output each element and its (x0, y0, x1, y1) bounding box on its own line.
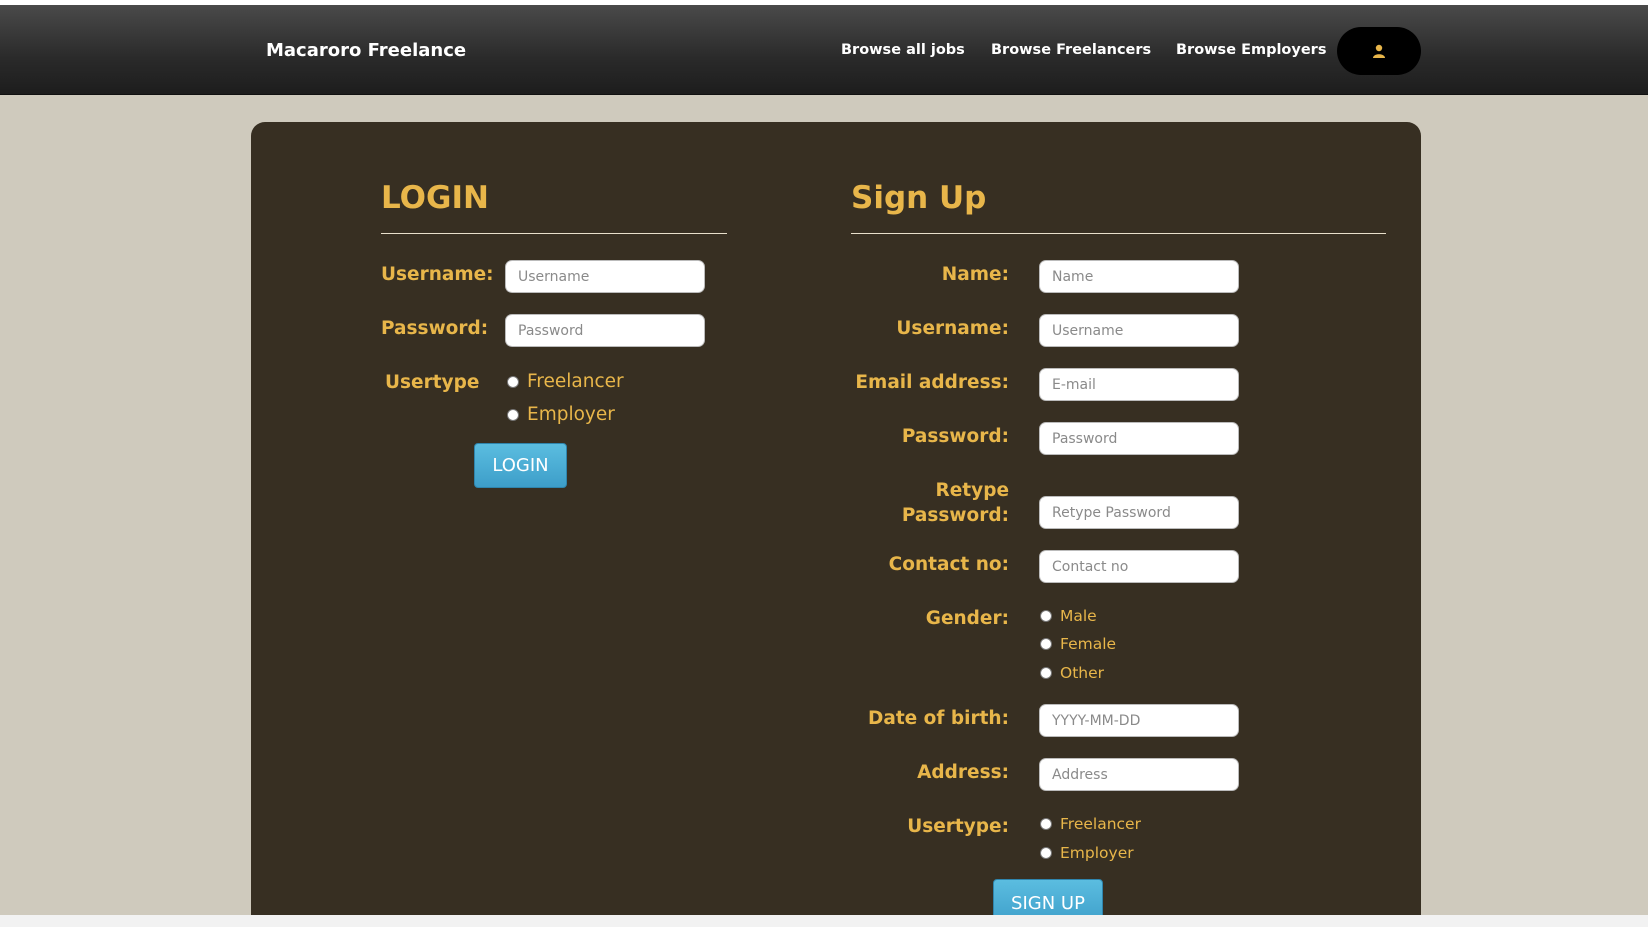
nav-browse-freelancers[interactable]: Browse Freelancers (991, 42, 1151, 58)
signup-retype-label-line2: Password: (901, 505, 1009, 526)
signup-contact-label: Contact no: (888, 554, 1009, 575)
brand-logo[interactable]: Macaroro Freelance (266, 40, 466, 61)
signup-dob-label: Date of birth: (868, 708, 1009, 729)
signup-retype-label-line1: Retype (935, 480, 1010, 501)
login-divider (381, 233, 727, 234)
login-username-label: Username: (381, 264, 494, 285)
signup-address-input[interactable] (1039, 758, 1239, 791)
radio-button[interactable] (1040, 818, 1052, 830)
signup-retype-input[interactable] (1039, 496, 1239, 529)
signup-radio-other[interactable]: Other (1040, 664, 1104, 682)
signup-address-label: Address: (917, 762, 1009, 783)
signup-username-label: Username: (896, 318, 1009, 339)
signup-usertype-label: Usertype: (907, 816, 1009, 837)
user-menu-button[interactable] (1337, 27, 1421, 75)
radio-button[interactable] (1040, 667, 1052, 679)
navbar: Macaroro Freelance Browse all jobs Brows… (0, 5, 1648, 95)
signup-radio-freelancer[interactable]: Freelancer (1040, 815, 1141, 833)
signup-password-label: Password: (901, 426, 1009, 447)
radio-button[interactable] (1040, 847, 1052, 859)
radio-button[interactable] (507, 408, 519, 421)
signup-radio-employer[interactable]: Employer (1040, 844, 1134, 862)
signup-title: Sign Up (851, 180, 987, 216)
radio-button[interactable] (507, 375, 519, 388)
signup-name-label: Name: (941, 264, 1009, 285)
signup-username-input[interactable] (1039, 314, 1239, 347)
login-radio-freelancer[interactable]: Freelancer (507, 371, 624, 392)
signup-contact-input[interactable] (1039, 550, 1239, 583)
login-usertype-label: Usertype (385, 372, 480, 393)
radio-button[interactable] (1040, 638, 1052, 650)
signup-divider (851, 233, 1386, 234)
signup-dob-input[interactable] (1039, 704, 1239, 737)
login-username-input[interactable] (505, 260, 705, 293)
login-password-label: Password: (381, 318, 489, 339)
nav-browse-all-jobs[interactable]: Browse all jobs (841, 42, 965, 58)
auth-panel: LOGIN Username: Password: Usertype Freel… (251, 122, 1421, 927)
login-title: LOGIN (381, 180, 489, 216)
signup-email-label: Email address: (855, 372, 1009, 393)
user-icon (1373, 44, 1385, 58)
signup-email-input[interactable] (1039, 368, 1239, 401)
signup-gender-label: Gender: (925, 608, 1009, 629)
signup-radio-male[interactable]: Male (1040, 607, 1097, 625)
nav-browse-employers[interactable]: Browse Employers (1176, 42, 1326, 58)
login-password-input[interactable] (505, 314, 705, 347)
bottom-bar (0, 915, 1648, 927)
login-radio-employer[interactable]: Employer (507, 404, 615, 425)
radio-button[interactable] (1040, 610, 1052, 622)
signup-name-input[interactable] (1039, 260, 1239, 293)
login-button[interactable]: LOGIN (474, 443, 567, 488)
signup-password-input[interactable] (1039, 422, 1239, 455)
signup-radio-female[interactable]: Female (1040, 635, 1116, 653)
